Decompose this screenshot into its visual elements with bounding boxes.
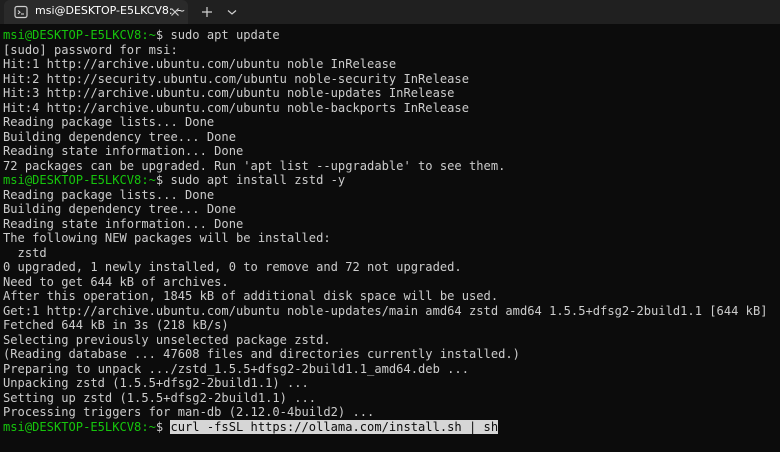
terminal-output-line: Fetched 644 kB in 3s (218 kB/s) [3,318,777,333]
output-text: Reading package lists... Done [3,187,215,202]
terminal-output-line: Building dependency tree... Done [3,202,777,217]
terminal-window: msi@DESKTOP-E5LKCV8: ~ msi@DESKTOP-E5LKC… [0,0,780,452]
terminal-output-line: 0 upgraded, 1 newly installed, 0 to remo… [3,260,777,275]
terminal-output-line: Building dependency tree... Done [3,130,777,145]
terminal-output-line: Hit:3 http://archive.ubuntu.com/ubuntu n… [3,86,777,101]
output-text: Unpacking zstd (1.5.5+dfsg2-2build1.1) .… [3,376,309,390]
plus-icon[interactable] [198,3,216,21]
output-text: Fetched 644 kB in 3s (218 kB/s) [3,318,229,332]
terminal-output-line: Reading state information... Done [3,217,777,232]
output-text: 72 packages can be upgraded. Run 'apt li… [3,158,506,173]
tab-title: msi@DESKTOP-E5LKCV8: ~ [35,4,186,17]
output-text: Reading state information... Done [3,144,244,158]
terminal-output-line: Processing triggers for man-db (2.12.0-4… [3,405,777,420]
shell-prompt: msi@DESKTOP-E5LKCV8:~ [3,173,156,187]
terminal-output-line: Selecting previously unselected package … [3,333,777,348]
output-text: (Reading database ... 47608 files and di… [3,347,520,361]
terminal-output-line: Unpacking zstd (1.5.5+dfsg2-2build1.1) .… [3,376,777,391]
terminal-output[interactable]: msi@DESKTOP-E5LKCV8:~$ sudo apt update [s… [3,28,777,448]
output-text: Reading state information... Done [3,216,244,231]
shell-prompt: msi@DESKTOP-E5LKCV8:~ [3,419,156,434]
terminal-output-line: Reading state information... Done [3,144,777,159]
output-text: After this operation, 1845 kB of additio… [3,289,499,303]
terminal-output-line: zstd [3,246,777,261]
output-text: 0 upgraded, 1 newly installed, 0 to remo… [3,260,462,274]
close-icon[interactable] [168,5,182,19]
terminal-output-line: Need to get 644 kB of archives. [3,275,777,290]
terminal-output-line: Hit:1 http://archive.ubuntu.com/ubuntu n… [3,57,777,72]
terminal-output-line: (Reading database ... 47608 files and di… [3,347,777,362]
terminal-tab[interactable]: msi@DESKTOP-E5LKCV8: ~ [4,0,188,24]
output-text: Reading package lists... Done [3,115,215,129]
selected-command-text[interactable]: curl -fsSL https://ollama.com/install.sh… [170,419,499,434]
output-text: Preparing to unpack .../zstd_1.5.5+dfsg2… [3,361,469,376]
output-text: Selecting previously unselected package … [3,332,331,347]
output-text: Hit:1 http://archive.ubuntu.com/ubuntu n… [3,57,397,71]
output-text: Building dependency tree... Done [3,129,236,144]
output-text: Building dependency tree... Done [3,202,236,216]
output-text: Processing triggers for man-db (2.12.0-4… [3,405,375,419]
output-text: Get:1 http://archive.ubuntu.com/ubuntu n… [3,303,768,318]
terminal-output-line: 72 packages can be upgraded. Run 'apt li… [3,159,777,174]
terminal-output-line: The following NEW packages will be insta… [3,231,777,246]
terminal-output-line: After this operation, 1845 kB of additio… [3,289,777,304]
command-text: sudo apt install zstd -y [170,173,346,187]
shell-prompt: msi@DESKTOP-E5LKCV8:~ [3,28,156,42]
terminal-output-line: Get:1 http://archive.ubuntu.com/ubuntu n… [3,304,777,319]
terminal-output-line: Hit:4 http://archive.ubuntu.com/ubuntu n… [3,101,777,116]
terminal-output-line: Reading package lists... Done [3,115,777,130]
terminal-command-line: msi@DESKTOP-E5LKCV8:~$ sudo apt update [3,28,777,43]
terminal-icon [14,5,28,19]
terminal-command-line: msi@DESKTOP-E5LKCV8:~$ curl -fsSL https:… [3,419,777,435]
output-text: The following NEW packages will be insta… [3,231,331,245]
output-text: Need to get 644 kB of archives. [3,274,229,289]
prompt-separator: $ [155,28,171,42]
output-text: Setting up zstd (1.5.5+dfsg2-2build1.1) … [3,390,317,405]
output-text: Hit:2 http://security.ubuntu.com/ubuntu … [3,71,469,86]
output-text: Hit:3 http://archive.ubuntu.com/ubuntu n… [3,86,455,100]
terminal-output-line: Preparing to unpack .../zstd_1.5.5+dfsg2… [3,362,777,377]
terminal-command-line: msi@DESKTOP-E5LKCV8:~$ sudo apt install … [3,173,777,188]
terminal-output-line: Setting up zstd (1.5.5+dfsg2-2build1.1) … [3,391,777,406]
output-text: Hit:4 http://archive.ubuntu.com/ubuntu n… [3,100,469,115]
terminal-output-line: Reading package lists... Done [3,188,777,203]
output-text: [sudo] password for msi: [3,42,178,57]
prompt-separator: $ [155,419,171,434]
terminal-output-line: [sudo] password for msi: [3,43,777,58]
output-text: zstd [3,245,47,260]
terminal-output-line: Hit:2 http://security.ubuntu.com/ubuntu … [3,72,777,87]
title-bar: msi@DESKTOP-E5LKCV8: ~ [0,0,780,24]
command-text: sudo apt update [170,28,280,42]
prompt-separator: $ [155,173,171,187]
chevron-down-icon[interactable] [224,3,240,21]
